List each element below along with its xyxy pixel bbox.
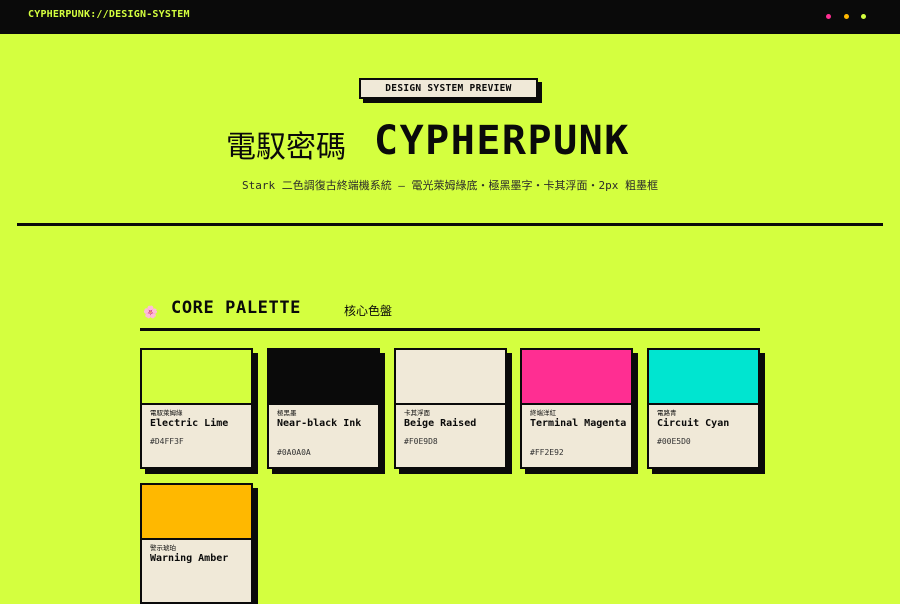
hero-subtitle: Stark 二色調復古終端機系統 — 電光萊姆綠底・極黑墨字・卡其浮面・2px … (241, 179, 659, 192)
swatch-name: Circuit Cyan (657, 418, 730, 429)
swatch-color-chip (269, 350, 378, 405)
top-bar: CYPHERPUNK://DESIGN-SYSTEM (0, 0, 900, 34)
swatch-hex: #0A0A0A (277, 448, 311, 457)
hero-title: CYPHERPUNK (374, 118, 630, 164)
swatch-cjk-name: 警示琥珀 (150, 544, 176, 552)
swatch-name: Warning Amber (150, 553, 229, 564)
brand-title[interactable]: CYPHERPUNK://DESIGN-SYSTEM (28, 9, 190, 21)
flower-icon: 🌸 (143, 305, 158, 319)
swatch-card[interactable]: 警示琥珀 Warning Amber (140, 483, 253, 604)
swatch-card[interactable]: 終端洋紅 Terminal Magenta #FF2E92 (520, 348, 633, 469)
swatch-name: Beige Raised (404, 418, 477, 429)
section-title-cjk: 核心色盤 (344, 304, 393, 318)
status-dot-amber (844, 14, 849, 19)
swatch-cjk-name: 電馭萊姆綠 (150, 409, 183, 417)
status-dot-lime (861, 14, 866, 19)
swatch-color-chip (522, 350, 631, 405)
section-title: CORE PALETTE (171, 298, 302, 318)
swatch-hex: #FF2E92 (530, 448, 564, 457)
swatch-card[interactable]: 卡其浮面 Beige Raised #F0E9D8 (394, 348, 507, 469)
design-system-badge: DESIGN SYSTEM PREVIEW (359, 78, 538, 99)
status-dot-pink (826, 14, 831, 19)
swatch-name: Terminal Magenta (530, 418, 627, 429)
swatch-cjk-name: 極黑墨 (277, 409, 297, 417)
section-divider (140, 328, 760, 331)
swatch-color-chip (142, 485, 251, 540)
swatch-name: Near-black Ink (277, 418, 362, 429)
hero-divider (17, 223, 883, 226)
swatch-cjk-name: 卡其浮面 (404, 409, 430, 417)
swatch-card[interactable]: 電路青 Circuit Cyan #00E5D0 (647, 348, 760, 469)
swatch-card[interactable]: 極黑墨 Near-black Ink #0A0A0A (267, 348, 380, 469)
swatch-cjk-name: 電路青 (657, 409, 677, 417)
swatch-color-chip (396, 350, 505, 405)
swatch-hex: #D4FF3F (150, 437, 184, 446)
swatch-cjk-name: 終端洋紅 (530, 409, 556, 417)
hero-title-cjk: 電馭密碼 (226, 130, 346, 165)
swatch-color-chip (649, 350, 758, 405)
swatch-color-chip (142, 350, 251, 405)
swatch-card[interactable]: 電馭萊姆綠 Electric Lime #D4FF3F (140, 348, 253, 469)
swatch-name: Electric Lime (150, 418, 229, 429)
swatch-hex: #00E5D0 (657, 437, 691, 446)
swatch-hex: #F0E9D8 (404, 437, 438, 446)
